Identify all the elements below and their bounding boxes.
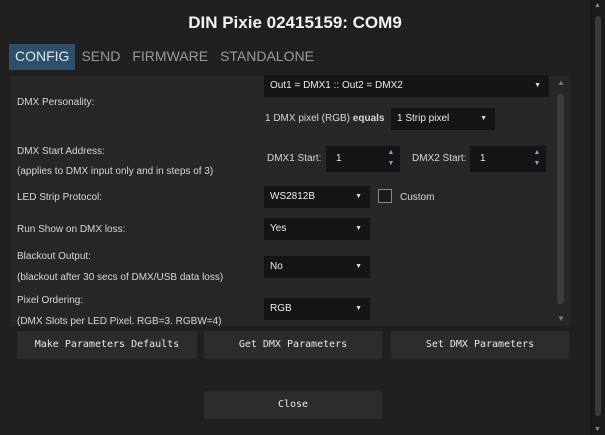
dmx-start-sublabel: (applies to DMX input only and in steps … (17, 166, 214, 177)
custom-checkbox[interactable] (378, 189, 392, 203)
scroll-up-icon[interactable]: ▲ (590, 2, 605, 9)
run-show-label: Run Show on DMX loss: (17, 224, 126, 235)
tab-config[interactable]: CONFIG (9, 44, 76, 70)
pixel-equals-text: 1 DMX pixel (RGB) equals (265, 113, 384, 124)
chevron-down-icon: ▼ (355, 305, 362, 312)
pixel-order-select[interactable]: RGB ▼ (264, 298, 370, 320)
strip-pixel-select[interactable]: 1 Strip pixel ▼ (391, 108, 495, 130)
led-protocol-select[interactable]: WS2812B ▼ (264, 186, 370, 208)
app-window: DIN Pixie 02415159: COM9 CONFIG SEND FIR… (0, 0, 590, 435)
tab-standalone[interactable]: STANDALONE (214, 44, 320, 70)
scrollbar-thumb[interactable] (557, 94, 564, 304)
get-dmx-parameters-button[interactable]: Get DMX Parameters (204, 331, 382, 359)
tab-bar: CONFIG SEND FIRMWARE STANDALONE (9, 44, 320, 70)
dmx1-start-label: DMX1 Start: (267, 153, 322, 164)
spin-down-icon[interactable]: ▼ (532, 159, 542, 169)
spin-up-icon[interactable]: ▲ (532, 148, 542, 158)
scroll-up-icon[interactable]: ▲ (555, 78, 567, 87)
make-defaults-button[interactable]: Make Parameters Defaults (17, 331, 197, 359)
blackout-select[interactable]: No ▼ (264, 256, 370, 278)
led-protocol-label: LED Strip Protocol: (17, 192, 103, 203)
custom-label: Custom (400, 192, 435, 203)
dmx-personality-select[interactable]: Out1 = DMX1 :: Out2 = DMX2 ▼ (264, 75, 549, 97)
blackout-label: Blackout Output: (17, 251, 91, 262)
chevron-down-icon: ▼ (534, 82, 541, 89)
dmx1-start-value: 1 (336, 153, 342, 164)
chevron-down-icon: ▼ (355, 225, 362, 232)
dmx-personality-label: DMX Personality: (17, 97, 95, 108)
config-scrollbar[interactable]: ▲ ▼ (555, 78, 567, 323)
run-show-value: Yes (270, 223, 287, 234)
spin-down-icon[interactable]: ▼ (386, 159, 396, 169)
tab-send[interactable]: SEND (75, 44, 126, 70)
dmx-personality-value: Out1 = DMX1 :: Out2 = DMX2 (270, 80, 403, 91)
blackout-value: No (270, 261, 283, 272)
led-protocol-value: WS2812B (270, 191, 316, 202)
chevron-down-icon: ▼ (355, 193, 362, 200)
run-show-select[interactable]: Yes ▼ (264, 218, 370, 240)
strip-pixel-value: 1 Strip pixel (397, 113, 450, 124)
spin-up-icon[interactable]: ▲ (386, 148, 396, 158)
pixel-order-value: RGB (270, 303, 292, 314)
blackout-sublabel: (blackout after 30 secs of DMX/USB data … (17, 272, 224, 283)
set-dmx-parameters-button[interactable]: Set DMX Parameters (391, 331, 569, 359)
pixel-equals-prefix: 1 DMX pixel (RGB) (265, 113, 351, 124)
dmx2-start-label: DMX2 Start: (412, 153, 467, 164)
dmx2-start-value: 1 (480, 153, 486, 164)
window-title: DIN Pixie 02415159: COM9 (188, 13, 402, 32)
scroll-down-icon[interactable]: ▼ (590, 426, 605, 433)
pixel-order-label: Pixel Ordering: (17, 295, 84, 306)
chevron-down-icon: ▼ (355, 263, 362, 270)
chevron-down-icon: ▼ (480, 115, 487, 122)
scroll-down-icon[interactable]: ▼ (555, 314, 567, 323)
pixel-order-sublabel: (DMX Slots per LED Pixel. RGB=3. RGBW=4) (17, 316, 222, 327)
window-scrollbar[interactable]: ▲ ▼ (590, 0, 605, 435)
dmx1-start-spinbox[interactable]: 1 ▲ ▼ (326, 146, 400, 172)
scrollbar-thumb[interactable] (595, 16, 601, 416)
dmx-start-label: DMX Start Address: (17, 146, 105, 157)
close-button[interactable]: Close (204, 391, 382, 419)
pixel-equals-word: equals (352, 113, 385, 124)
dmx2-start-spinbox[interactable]: 1 ▲ ▼ (470, 146, 546, 172)
tab-firmware[interactable]: FIRMWARE (126, 44, 214, 70)
